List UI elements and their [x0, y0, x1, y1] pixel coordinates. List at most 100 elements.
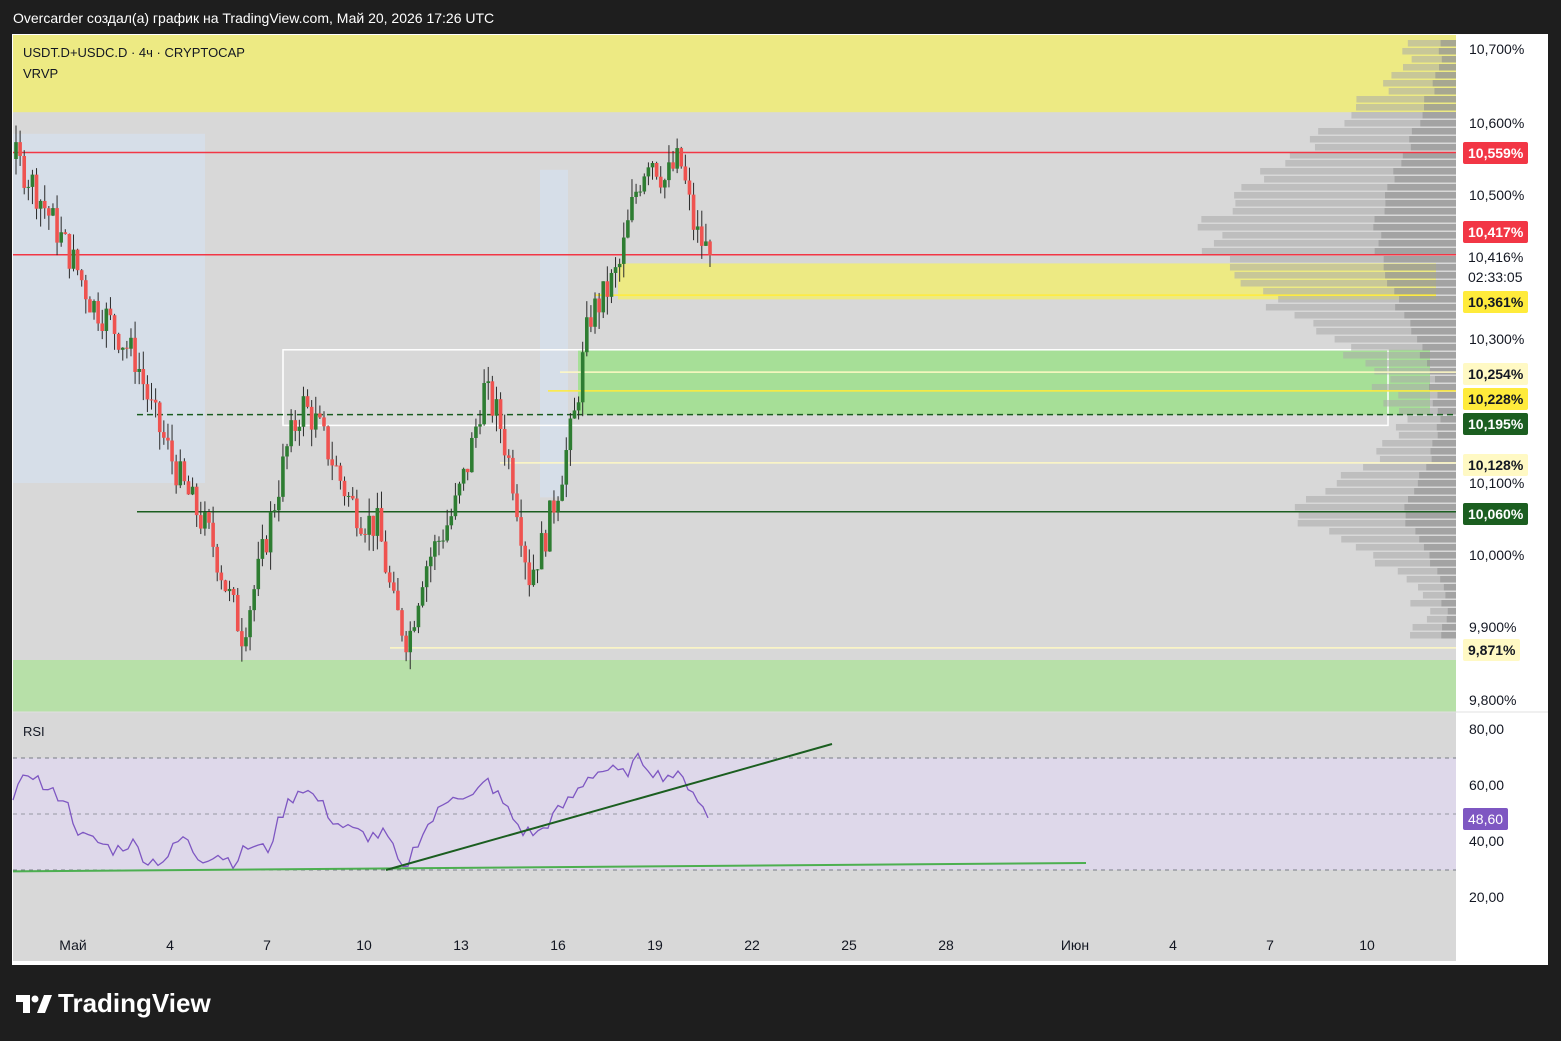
candle-body [589, 317, 593, 327]
candle-body [207, 512, 211, 523]
candle-body [293, 420, 298, 431]
volume-bar-up [1430, 448, 1456, 455]
candle-body [482, 383, 486, 425]
candle-body [244, 637, 248, 647]
candle-body [190, 486, 195, 495]
candle-body [543, 533, 548, 552]
symbol-title[interactable]: USDT.D+USDC.D · 4ч · CRYPTOCAP [23, 45, 245, 60]
volume-bar-up [1437, 568, 1456, 575]
candle-body [671, 162, 675, 169]
candle-body [474, 426, 478, 438]
volume-bar-up [1441, 632, 1456, 639]
price-tick: 10,100% [1469, 475, 1525, 491]
candle-body [34, 174, 39, 209]
time-tick: 10 [356, 937, 372, 953]
price-tag-level: 10,254% [1463, 363, 1529, 385]
candle-body [490, 381, 495, 416]
volume-bar-up [1441, 56, 1456, 63]
candle-body [92, 301, 96, 313]
time-tick: Май [59, 937, 87, 953]
candle-body [260, 539, 265, 559]
time-tick: 25 [841, 937, 857, 953]
candle-body [51, 208, 55, 216]
candle-body [634, 191, 638, 198]
candle-body [687, 180, 692, 195]
volume-bar-up [1441, 600, 1456, 607]
price-tag-level: 10,128% [1463, 454, 1529, 476]
volume-bar-up [1419, 352, 1456, 359]
candle-body [572, 410, 577, 419]
candle-body [478, 424, 482, 427]
candle-body [363, 533, 367, 535]
price-tag-support: 10,195% [1463, 413, 1529, 435]
volume-profile [1197, 40, 1456, 639]
volume-bar-up [1385, 272, 1456, 279]
volume-bar-up [1411, 328, 1456, 335]
volume-bar-up [1381, 232, 1456, 239]
candle-body [63, 232, 68, 234]
candle-body [219, 572, 224, 581]
candle-body [654, 163, 659, 177]
volume-bar-up [1434, 88, 1456, 95]
volume-bar-up [1387, 280, 1456, 287]
volume-bar-up [1429, 552, 1456, 559]
volume-bar-up [1401, 160, 1456, 167]
candle-body [379, 508, 384, 542]
candle-body [182, 461, 187, 482]
candle-body [272, 510, 277, 512]
candle-body [350, 495, 355, 499]
candle-body [186, 481, 191, 495]
candle-body [338, 465, 343, 481]
candle-body [116, 333, 121, 350]
price-tag-resistance: 10,417% [1463, 221, 1529, 243]
volume-bar-up [1410, 144, 1456, 151]
candle-body [404, 635, 408, 653]
candle-body [605, 281, 610, 297]
volume-bar-up [1405, 512, 1456, 519]
zones [13, 35, 1456, 712]
candle-body [211, 522, 215, 547]
candle-body [120, 347, 125, 350]
volume-bar-up [1404, 312, 1456, 319]
volume-bar-up [1431, 456, 1456, 463]
candle-body [346, 495, 351, 497]
volume-bar-up [1437, 392, 1456, 399]
candle-body [215, 546, 220, 573]
volume-bar-up [1427, 360, 1456, 367]
candle-body [695, 226, 700, 230]
volume-bar-up [1409, 136, 1456, 143]
volume-bar-up [1393, 168, 1456, 175]
candle-body [256, 558, 261, 590]
indicator-vrvp-label[interactable]: VRVP [23, 66, 58, 81]
candle-body [568, 418, 573, 451]
chart-canvas[interactable] [0, 0, 1561, 1041]
tradingview-logo[interactable]: TradingView [16, 988, 211, 1019]
candle-body [281, 456, 285, 497]
price-tick: 9,900% [1469, 619, 1517, 635]
volume-bar-up [1411, 128, 1456, 135]
candle-body [387, 572, 392, 583]
volume-bar-up [1436, 424, 1456, 431]
price-tick: 10,300% [1469, 331, 1525, 347]
demand-zone-bottom [13, 660, 1456, 712]
rsi-tick: 80,00 [1469, 721, 1505, 737]
volume-bar-up [1424, 96, 1456, 103]
candle-body [235, 594, 240, 632]
candle-body [658, 176, 663, 188]
candle-body [104, 308, 109, 332]
candle-body [465, 468, 470, 473]
candle-body [428, 556, 433, 567]
rsi-title[interactable]: RSI [23, 724, 45, 739]
candle-body [391, 582, 396, 591]
volume-bar-up [1440, 576, 1456, 583]
candle-body [667, 162, 671, 181]
volume-bar-up [1394, 288, 1456, 295]
price-tick: 10,000% [1469, 547, 1525, 563]
candle-body [264, 539, 269, 553]
candle-body [400, 610, 404, 636]
candle-body [531, 569, 536, 586]
candle-body [445, 525, 449, 541]
volume-bar-up [1417, 480, 1456, 487]
candle-body [100, 323, 105, 332]
candle-body [47, 208, 51, 216]
